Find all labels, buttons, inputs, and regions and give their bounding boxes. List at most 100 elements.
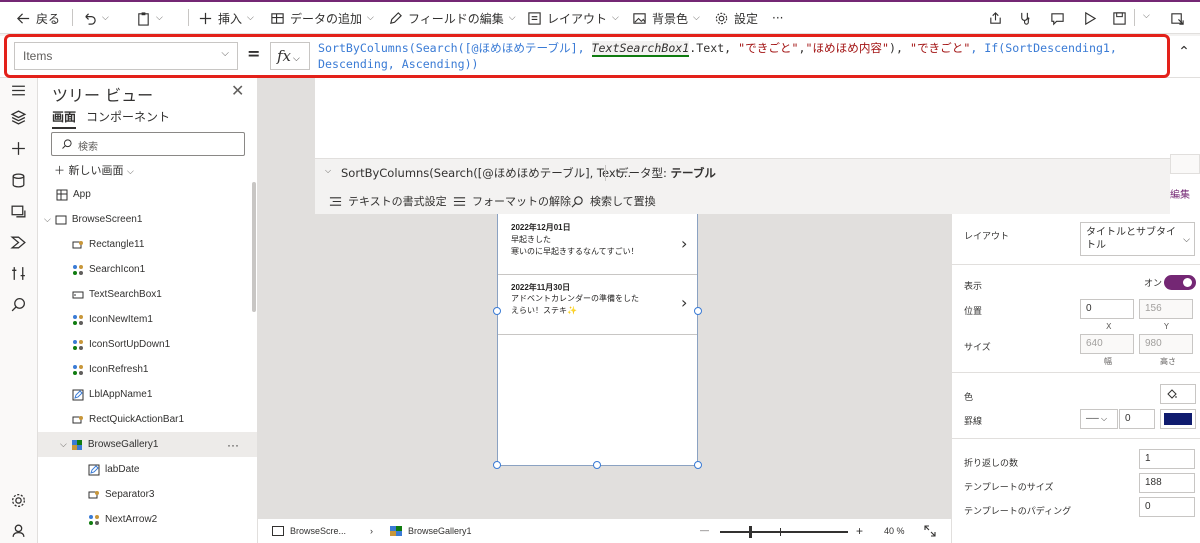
tree-node-icon[interactable]: NextArrow2 [38, 507, 257, 532]
tree-node-gallery[interactable]: ⌵ BrowseGallery1 ··· [38, 432, 257, 457]
height-input[interactable]: 980 [1139, 334, 1193, 354]
breadcrumb-gallery[interactable]: BrowseGallery1 [390, 526, 472, 536]
tree-node-icon[interactable]: IconNewItem1 [38, 307, 257, 332]
insert-button[interactable]: 挿入 ⌵ [198, 8, 254, 28]
add-data-button[interactable]: データの追加 ⌵ [270, 8, 374, 28]
gallery-item[interactable]: 2022年11月30日 アドベントカレンダーの準備をした えらい！ステキ✨ › [498, 275, 697, 335]
resize-handle[interactable] [694, 461, 702, 469]
virtual-agent-icon[interactable] [10, 522, 27, 539]
hamburger-menu-icon[interactable] [10, 82, 27, 99]
layers-icon[interactable] [10, 109, 27, 126]
format-text-button[interactable]: テキストの書式設定 [329, 193, 447, 209]
app-icon [56, 189, 68, 200]
width-input[interactable]: 640 [1080, 334, 1134, 354]
gallery-item[interactable]: 2022年12月01日 早起きした 寒いのに早起きするなんてすごい！ › [498, 214, 697, 275]
plus-icon[interactable] [10, 140, 27, 157]
rectangle-shape-icon [72, 415, 83, 423]
node-label: Separator3 [105, 489, 155, 500]
media-icon[interactable] [10, 203, 27, 220]
gear-icon[interactable] [10, 492, 27, 509]
chevron-right-icon[interactable]: › [681, 234, 687, 253]
tree-scrollbar[interactable] [252, 182, 256, 312]
wrap-count-input[interactable]: 1 [1139, 449, 1195, 469]
fill-color-button[interactable] [1160, 384, 1196, 404]
undo-button[interactable]: ⌵ [82, 8, 109, 28]
chevron-down-icon[interactable]: ⌵ [325, 166, 331, 176]
breadcrumb-screen[interactable]: BrowseScre... [272, 526, 346, 536]
tree-node-rectangle[interactable]: Rectangle11 [38, 232, 257, 257]
rectangle-shape-icon [88, 490, 99, 498]
database-icon[interactable] [10, 172, 27, 189]
advanced-tools-icon[interactable] [10, 265, 27, 282]
stethoscope-icon [1021, 12, 1030, 25]
tree-node-icon[interactable]: SearchIcon1 [38, 257, 257, 282]
chevron-up-icon[interactable]: ⌃ [1174, 44, 1194, 64]
tree-node-screen[interactable]: ⌵ BrowseScreen1 [38, 207, 257, 232]
edit-fields-button[interactable]: フィールドの編集 ⌵ [388, 8, 516, 28]
tree-node-rectangle[interactable]: Separator3 [38, 482, 257, 507]
remove-format-icon [453, 196, 466, 206]
app-screen-preview[interactable]: 2022年12月01日 早起きした 寒いのに早起きするなんてすごい！ › 202… [497, 214, 698, 466]
wrap-count-label: 折り返しの数 [964, 458, 1019, 468]
new-screen-button[interactable]: ＋ 新しい画面 ⌵ [54, 162, 134, 178]
width-caption: 幅 [1104, 357, 1112, 366]
zoom-slider-track[interactable] [720, 526, 848, 538]
resize-handle[interactable] [593, 461, 601, 469]
layout-dropdown[interactable]: タイトルとサブタイトル ⌵ [1080, 222, 1195, 256]
border-style-dropdown[interactable]: ── ⌵ [1080, 409, 1118, 429]
share-button[interactable] [988, 8, 1003, 28]
tree-node-label[interactable]: LblAppName1 [38, 382, 257, 407]
background-color-button[interactable]: 背景色 ⌵ [632, 8, 700, 28]
comments-button[interactable] [1050, 8, 1065, 28]
tree-node-label[interactable]: labDate [38, 457, 257, 482]
tree-node-rectangle[interactable]: RectQuickActionBar1 [38, 407, 257, 432]
visible-toggle[interactable] [1164, 275, 1196, 290]
resize-handle[interactable] [493, 307, 501, 315]
tree-node-icon[interactable]: IconSortUpDown1 [38, 332, 257, 357]
border-color-button[interactable] [1160, 409, 1196, 429]
layout-button[interactable]: レイアウト ⌵ [527, 8, 619, 28]
expanded-formula-area[interactable] [315, 78, 1170, 158]
settings-button[interactable]: 設定 [714, 8, 758, 28]
save-button[interactable] [1112, 8, 1127, 28]
more-options-icon[interactable]: ··· [227, 438, 239, 452]
zoom-in-button[interactable]: + [856, 524, 863, 538]
resize-handle[interactable] [694, 307, 702, 315]
border-width-input[interactable]: 0 [1119, 409, 1155, 429]
position-x-input[interactable]: 0 [1080, 299, 1134, 319]
edit-fields-link[interactable]: 編集 [1170, 186, 1190, 201]
node-label: Rectangle11 [89, 239, 145, 250]
position-y-input[interactable]: 156 [1139, 299, 1193, 319]
tree-node-app[interactable]: App [38, 182, 257, 207]
close-icon[interactable]: ✕ [231, 81, 244, 100]
remove-format-button[interactable]: フォーマットの解除 [453, 193, 571, 209]
preview-button[interactable] [1082, 8, 1097, 28]
chevron-right-icon[interactable]: › [681, 293, 687, 312]
undo-icon [85, 12, 96, 25]
search-icon[interactable] [10, 296, 27, 313]
fit-to-window-icon[interactable] [924, 525, 936, 537]
tree-node-textinput[interactable]: TextSearchBox1 [38, 282, 257, 307]
app-checker-button[interactable] [1018, 8, 1033, 28]
publish-button[interactable] [1170, 8, 1185, 28]
tab-components[interactable]: コンポーネント [86, 108, 170, 125]
zoom-slider-thumb[interactable] [749, 526, 753, 538]
tab-screens[interactable]: 画面 [52, 108, 77, 129]
resize-handle[interactable] [493, 461, 501, 469]
find-replace-button[interactable]: 検索して置換 [571, 193, 656, 209]
power-automate-icon[interactable] [10, 234, 27, 251]
chevron-down-icon: ⌵ [156, 13, 163, 23]
paste-button[interactable]: ⌵ [136, 8, 163, 28]
left-rail [0, 78, 38, 543]
tree-node-icon[interactable]: IconRefresh1 [38, 357, 257, 382]
chevron-down-icon: ⌵ [60, 439, 67, 449]
panel-dropdown[interactable] [1170, 154, 1200, 174]
back-button[interactable]: 戻る [16, 8, 60, 28]
chevron-down-icon[interactable]: ⌵ [1143, 11, 1150, 21]
tree-search-input[interactable]: 検索 [51, 132, 245, 156]
icon-control-icon [73, 314, 83, 325]
zoom-out-button[interactable]: — [700, 525, 709, 535]
more-button[interactable]: ··· [772, 8, 783, 28]
template-size-input[interactable]: 188 [1139, 473, 1195, 493]
template-padding-input[interactable]: 0 [1139, 497, 1195, 517]
